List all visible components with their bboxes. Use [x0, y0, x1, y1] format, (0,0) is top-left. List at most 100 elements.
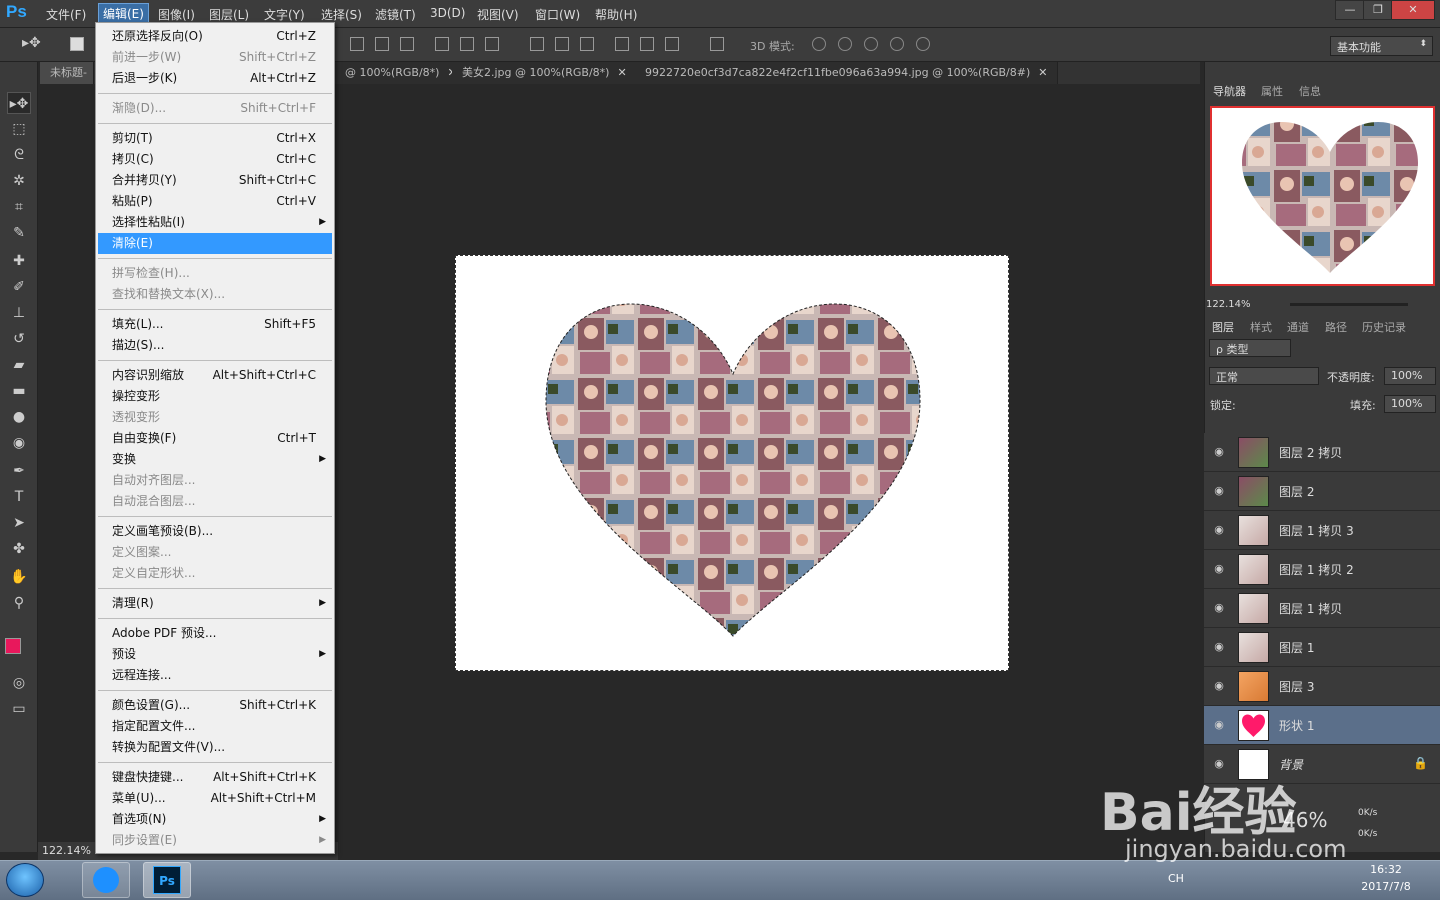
edit-menu-item[interactable]: 首选项(N) ▶ [98, 809, 332, 830]
visibility-eye-icon[interactable]: ◉ [1212, 757, 1226, 771]
move-tool-preset-icon[interactable]: ▸✥ [22, 35, 41, 51]
minimize-button[interactable]: — [1335, 0, 1365, 20]
lasso-tool-icon[interactable]: ᘓ [7, 144, 31, 166]
edit-menu-item[interactable]: 描边(S)... [98, 335, 332, 356]
dist-vcenter-icon[interactable] [555, 37, 569, 51]
dist-top-icon[interactable] [530, 37, 544, 51]
mode-3d-1-icon[interactable] [838, 37, 852, 51]
navigator-zoom[interactable]: 122.14% [1206, 299, 1251, 310]
dist-hcenter-icon[interactable] [640, 37, 654, 51]
gradient-tool-icon[interactable]: ▬ [7, 380, 31, 402]
edit-menu-item[interactable]: 合并拷贝(Y) Shift+Ctrl+C [98, 170, 332, 191]
magic-wand-icon[interactable]: ✲ [7, 170, 31, 192]
tab-untitled[interactable]: 未标题- [40, 62, 94, 84]
layers-tab-4[interactable]: 历史记录 [1362, 319, 1406, 335]
edit-menu-item[interactable]: 清理(R) ▶ [98, 593, 332, 614]
navigator-thumbnail[interactable] [1210, 106, 1435, 286]
document-canvas[interactable] [455, 255, 1009, 671]
close-icon[interactable]: ✕ [1038, 66, 1047, 79]
visibility-eye-icon[interactable]: ◉ [1212, 484, 1226, 498]
menu-item-7[interactable]: 3D(D) [426, 5, 469, 21]
visibility-eye-icon[interactable]: ◉ [1212, 445, 1226, 459]
blur-tool-icon[interactable]: ● [7, 406, 31, 428]
layer-row[interactable]: ◉ 形状 1 [1204, 706, 1440, 745]
edit-menu-item[interactable]: 拷贝(C) Ctrl+C [98, 149, 332, 170]
screen-mode-icon[interactable]: ▭ [7, 698, 31, 720]
visibility-eye-icon[interactable]: ◉ [1212, 679, 1226, 693]
mode-3d-4-icon[interactable] [916, 37, 930, 51]
eraser-icon[interactable]: ▰ [7, 354, 31, 376]
navigator-tab-0[interactable]: 导航器 [1213, 83, 1246, 99]
layer-row[interactable]: ◉ 图层 1 拷贝 3 [1204, 511, 1440, 550]
dist-bottom-icon[interactable] [580, 37, 594, 51]
hand-tool-icon[interactable]: ✋ [7, 566, 31, 588]
taskbar-app-photoshop[interactable]: Ps [143, 862, 191, 898]
layer-row[interactable]: ◉ 图层 2 [1204, 472, 1440, 511]
layers-tab-0[interactable]: 图层 [1212, 319, 1234, 335]
align-left-icon[interactable] [435, 37, 449, 51]
layers-tab-2[interactable]: 通道 [1287, 319, 1309, 335]
align-bottom-icon[interactable] [400, 37, 414, 51]
zoom-level[interactable]: 122.14% [42, 844, 91, 857]
edit-menu-item[interactable]: 变换 ▶ [98, 449, 332, 470]
edit-menu-item[interactable]: 剪切(T) Ctrl+X [98, 128, 332, 149]
edit-menu-item[interactable]: 自由变换(F) Ctrl+T [98, 428, 332, 449]
layer-row[interactable]: ◉ 图层 1 拷贝 [1204, 589, 1440, 628]
dodge-tool-icon[interactable]: ◉ [7, 432, 31, 454]
dist-right-icon[interactable] [665, 37, 679, 51]
crop-tool-icon[interactable]: ⌗ [7, 196, 31, 218]
blend-mode-select[interactable]: 正常 [1209, 367, 1319, 385]
edit-menu-item[interactable]: 填充(L)... Shift+F5 [98, 314, 332, 335]
close-button[interactable]: ✕ [1391, 0, 1435, 20]
edit-menu-item[interactable]: 选择性粘贴(I) ▶ [98, 212, 332, 233]
visibility-eye-icon[interactable]: ◉ [1212, 601, 1226, 615]
opacity-input[interactable]: 100% [1384, 367, 1436, 385]
navigator-zoom-slider[interactable] [1290, 303, 1408, 306]
edit-menu-item[interactable]: 内容识别缩放 Alt+Shift+Ctrl+C [98, 365, 332, 386]
layer-row[interactable]: ◉ 图层 1 [1204, 628, 1440, 667]
marquee-tool-icon[interactable]: ⬚ [7, 118, 31, 140]
dist-left-icon[interactable] [615, 37, 629, 51]
taskbar-app-browser[interactable] [82, 862, 130, 898]
start-button[interactable] [6, 863, 44, 897]
tab-doc-3[interactable]: 美女2.jpg @ 100%(RGB/8*) ✕ [452, 62, 638, 84]
edit-menu-item[interactable]: 后退一步(K) Alt+Ctrl+Z [98, 68, 332, 89]
edit-menu-item[interactable]: 键盘快捷键... Alt+Shift+Ctrl+K [98, 767, 332, 788]
menu-item-10[interactable]: 帮助(H) [591, 5, 641, 24]
mode-3d-3-icon[interactable] [890, 37, 904, 51]
edit-menu-item[interactable]: 操控变形 [98, 386, 332, 407]
layers-tab-1[interactable]: 样式 [1250, 319, 1272, 335]
navigator-tab-1[interactable]: 属性 [1261, 83, 1283, 99]
custom-shape-icon[interactable]: ✤ [7, 538, 31, 560]
mode-3d-0-icon[interactable] [812, 37, 826, 51]
ime-language[interactable]: CH [1168, 872, 1184, 885]
clock[interactable]: 16:32 2017/7/8 [1356, 863, 1416, 893]
layer-filter-select[interactable]: ρ 类型 [1209, 339, 1291, 357]
visibility-eye-icon[interactable]: ◉ [1212, 718, 1226, 732]
edit-menu-item[interactable]: 预设 ▶ [98, 644, 332, 665]
tab-doc-4[interactable]: 9922720e0cf3d7ca822e4f2cf11fbe096a63a994… [635, 62, 1059, 84]
layer-row[interactable]: ◉ 图层 2 拷贝 [1204, 433, 1440, 472]
navigator-tab-2[interactable]: 信息 [1299, 83, 1321, 99]
auto-select-checkbox[interactable] [70, 37, 84, 51]
layer-row[interactable]: ◉ 图层 1 拷贝 2 [1204, 550, 1440, 589]
visibility-eye-icon[interactable]: ◉ [1212, 523, 1226, 537]
restore-button[interactable]: ❐ [1363, 0, 1393, 20]
workspace-select[interactable]: 基本功能 ⬍ [1330, 36, 1433, 56]
edit-menu-item[interactable]: 清除(E) [98, 233, 332, 254]
type-tool-icon[interactable]: T [7, 486, 31, 508]
close-icon[interactable]: ✕ [617, 66, 626, 79]
history-brush-icon[interactable]: ↺ [7, 328, 31, 350]
menu-item-0[interactable]: 文件(F) [42, 5, 90, 24]
edit-menu-item[interactable]: 还原选择反向(O) Ctrl+Z [98, 26, 332, 47]
edit-menu-item[interactable]: 远程连接... [98, 665, 332, 686]
menu-item-8[interactable]: 视图(V) [473, 5, 523, 24]
tab-doc-2[interactable]: @ 100%(RGB/8*)✕ [335, 62, 468, 84]
visibility-eye-icon[interactable]: ◉ [1212, 640, 1226, 654]
fill-input[interactable]: 100% [1384, 395, 1436, 413]
menu-item-6[interactable]: 滤镜(T) [371, 5, 420, 24]
edit-menu-item[interactable]: Adobe PDF 预设... [98, 623, 332, 644]
clone-stamp-icon[interactable]: ⊥ [7, 302, 31, 324]
align-right-icon[interactable] [485, 37, 499, 51]
layer-row[interactable]: ◉ 图层 3 [1204, 667, 1440, 706]
